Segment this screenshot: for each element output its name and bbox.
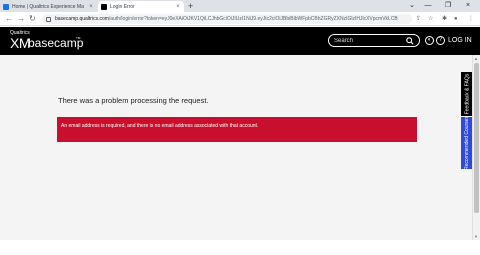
page-scrollbar[interactable]: ▲ ▼ bbox=[472, 55, 480, 240]
recommended-courses-label: Recommended Courses bbox=[464, 116, 471, 170]
url-path: /auth/login/error?token=eyJ0eXAiOiJKV1Qi… bbox=[108, 16, 398, 22]
xm-favicon-icon bbox=[101, 3, 107, 10]
tab-login-error-title: Login Error bbox=[110, 3, 135, 10]
tab-home-title: Home | Qualtrics Experience Ma bbox=[12, 3, 84, 10]
scroll-up-icon[interactable]: ▲ bbox=[474, 56, 478, 61]
close-window-button[interactable]: × bbox=[460, 0, 476, 12]
tab-home-close-icon[interactable]: × bbox=[87, 4, 95, 10]
main-content: There was a problem processing the reque… bbox=[0, 55, 472, 240]
feedback-faqs-label: Feedback & FAQs bbox=[464, 73, 471, 115]
back-button[interactable]: ← bbox=[5, 14, 13, 24]
error-banner: An email address is required, and there … bbox=[57, 117, 417, 142]
extensions-icon[interactable]: ✱ bbox=[442, 15, 447, 23]
menu-icon[interactable]: ⋮ bbox=[468, 15, 474, 23]
share-icon[interactable]: ⇪ bbox=[416, 15, 421, 23]
qualtrics-favicon-icon bbox=[3, 3, 9, 10]
help-icon[interactable]: ? bbox=[436, 36, 445, 45]
error-title: There was a problem processing the reque… bbox=[58, 96, 209, 105]
login-button[interactable]: LOG IN bbox=[448, 36, 472, 45]
brand-tm: TM bbox=[76, 36, 81, 40]
lock-icon bbox=[46, 16, 51, 22]
tab-search-icon[interactable]: ⌄ bbox=[404, 0, 420, 12]
search-icon[interactable] bbox=[406, 36, 414, 45]
tab-login-error[interactable]: Login Error × bbox=[98, 1, 184, 12]
app-header: Qualtrics XM basecamp TM ◐ ? LOG IN bbox=[0, 27, 480, 55]
globe-icon[interactable]: ◐ bbox=[425, 36, 434, 45]
reload-button[interactable]: ↻ bbox=[29, 14, 36, 24]
address-bar[interactable]: basecamp.qualtrics.com/auth/login/error?… bbox=[42, 14, 412, 24]
maximize-button[interactable]: ❐ bbox=[440, 0, 456, 12]
bottom-strip bbox=[0, 240, 480, 255]
search-input[interactable] bbox=[334, 37, 406, 44]
scroll-down-icon[interactable]: ▼ bbox=[474, 234, 478, 239]
forward-button[interactable]: → bbox=[17, 14, 25, 24]
search-box bbox=[328, 34, 420, 47]
minimize-button[interactable]: — bbox=[420, 0, 436, 12]
brand-xm: XM bbox=[10, 35, 31, 51]
url-text: basecamp.qualtrics.com/auth/login/error?… bbox=[55, 16, 398, 22]
browser-toolbar: ← → ↻ basecamp.qualtrics.com/auth/login/… bbox=[0, 12, 480, 26]
new-tab-button[interactable]: + bbox=[188, 1, 193, 11]
scroll-thumb[interactable] bbox=[474, 63, 479, 213]
error-message: An email address is required, and there … bbox=[61, 123, 259, 129]
url-host: basecamp.qualtrics.com bbox=[55, 16, 109, 22]
profile-icon[interactable]: ● bbox=[454, 15, 458, 23]
tab-home[interactable]: Home | Qualtrics Experience Ma × bbox=[0, 1, 97, 12]
tab-login-error-close-icon[interactable]: × bbox=[174, 4, 182, 10]
star-icon[interactable]: ☆ bbox=[428, 15, 433, 23]
browser-tab-strip: Home | Qualtrics Experience Ma × Login E… bbox=[0, 0, 480, 12]
